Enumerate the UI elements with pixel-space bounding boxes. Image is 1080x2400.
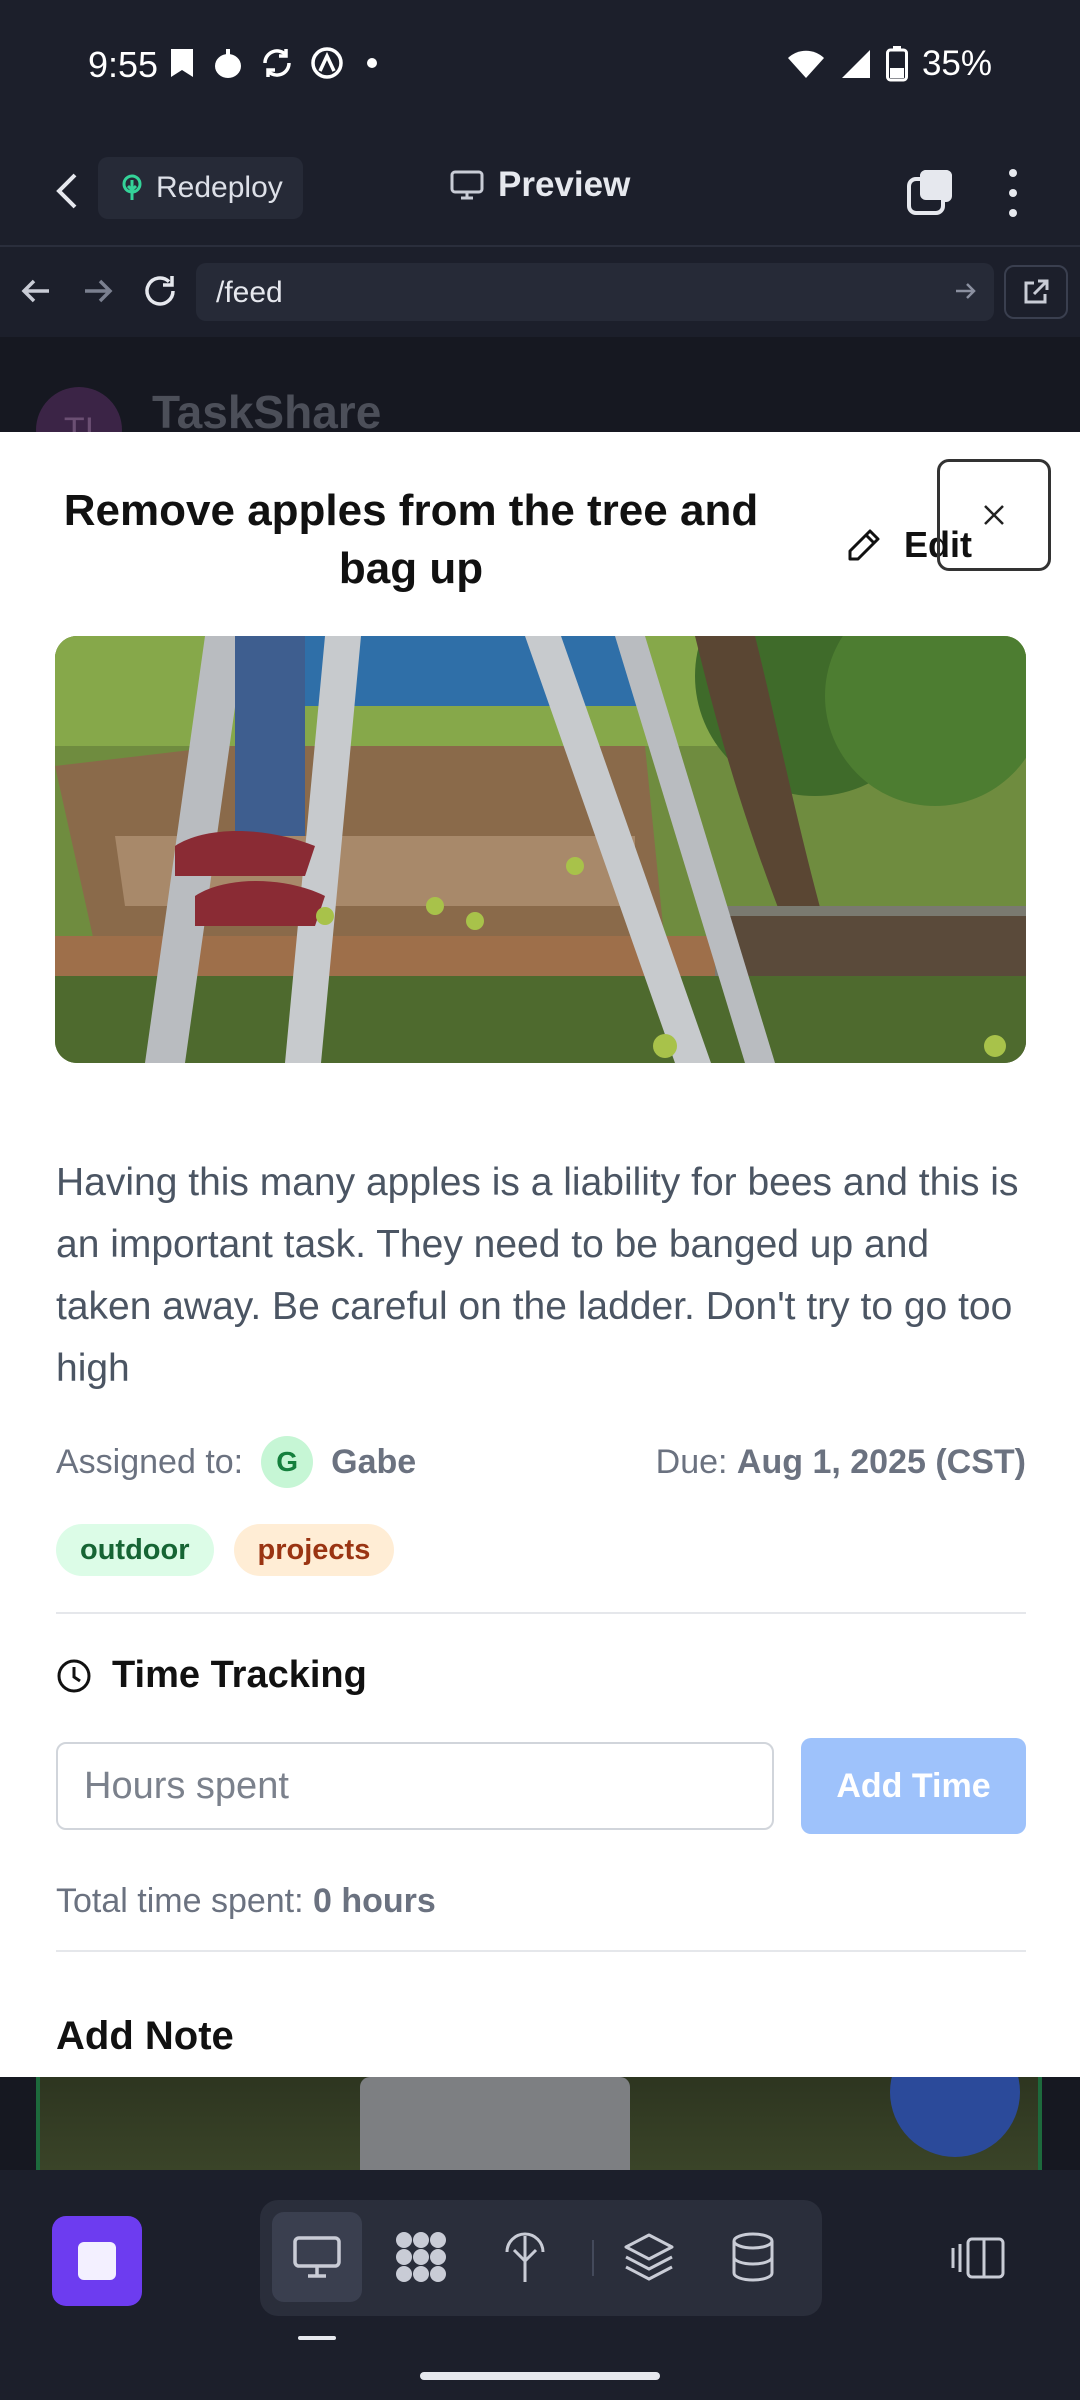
tabs-icon	[907, 170, 952, 215]
fruit-notification-icon	[215, 49, 241, 78]
apps-grid-icon	[396, 2232, 446, 2282]
task-title: Remove apples from the tree and bag up	[63, 486, 759, 593]
separator	[592, 2240, 594, 2276]
notification-icons	[168, 46, 384, 80]
dot	[1009, 169, 1017, 177]
assigned-label: Assigned to:	[56, 1442, 244, 1481]
monitor-icon	[293, 2236, 341, 2278]
due-label: Due:	[655, 1442, 728, 1481]
tag-outdoor: outdoor	[56, 1524, 214, 1576]
deploy-tool-button[interactable]	[480, 2212, 570, 2302]
hours-spent-input[interactable]	[56, 1742, 774, 1830]
assignment-row: Assigned to: G Gabe Due: Aug 1, 2025 (CS…	[56, 1432, 1026, 1492]
layers-tool-button[interactable]	[604, 2212, 694, 2302]
task-detail-modal: Remove apples from the tree and bag up E…	[0, 432, 1080, 2077]
home-indicator[interactable]	[420, 2372, 660, 2380]
preview-label: Preview	[498, 165, 631, 204]
due-value: Aug 1, 2025 (CST)	[736, 1442, 1026, 1481]
url-text: /feed	[216, 276, 283, 309]
stop-icon	[78, 2242, 116, 2280]
browser-forward-button[interactable]	[76, 269, 120, 313]
time-tracking-heading: Time Tracking	[56, 1654, 367, 1697]
apple-tree-photo	[55, 636, 1026, 1063]
reload-button[interactable]	[138, 269, 182, 313]
tabs-button[interactable]	[906, 167, 956, 217]
battery-percent: 35%	[921, 44, 992, 83]
view-switcher	[260, 2200, 822, 2316]
arrow-left-icon	[21, 279, 49, 303]
total-time-value: 0 hours	[313, 1882, 436, 1920]
external-link-icon	[1024, 279, 1049, 304]
back-button[interactable]	[42, 163, 92, 219]
panel-icon	[951, 2237, 1005, 2279]
time-tracking-title: Time Tracking	[112, 1654, 367, 1696]
add-note-heading: Add Note	[56, 2014, 234, 2058]
close-icon	[984, 505, 1004, 525]
battery-icon	[885, 46, 908, 82]
tag-projects: projects	[233, 1524, 395, 1576]
panel-toggle-button[interactable]	[950, 2236, 1006, 2285]
database-tool-button[interactable]	[708, 2212, 798, 2302]
tree-icon	[122, 174, 142, 200]
task-description: Having this many apples is a liability f…	[56, 1161, 1019, 1390]
app-header: Redeploy Preview	[0, 135, 1080, 247]
task-photo	[55, 636, 1026, 1063]
dot	[1009, 189, 1017, 197]
redeploy-button[interactable]: Redeploy	[98, 157, 303, 219]
grid-tool-button[interactable]	[376, 2212, 466, 2302]
feed-card	[360, 2077, 630, 2170]
due-date: Due: Aug 1, 2025 (CST)	[656, 1443, 1026, 1482]
assistant-icon	[311, 47, 343, 79]
tag-list: outdoor projects	[56, 1524, 395, 1576]
monitor-icon	[450, 170, 484, 200]
close-button[interactable]	[937, 459, 1051, 571]
total-time: Total time spent: 0 hours	[56, 1882, 436, 1921]
layers-icon	[624, 2233, 674, 2281]
chevron-left-icon	[56, 173, 77, 209]
clock-icon	[57, 1659, 91, 1692]
stop-button[interactable]	[52, 2216, 142, 2306]
total-time-label: Total time spent:	[56, 1882, 304, 1920]
bookmark-notification-icon	[171, 49, 193, 77]
url-bar[interactable]: /feed	[196, 263, 994, 321]
go-arrow-icon[interactable]	[954, 279, 978, 303]
assignee-name: Gabe	[331, 1442, 417, 1481]
open-external-button[interactable]	[1004, 265, 1068, 319]
pencil-icon	[848, 529, 880, 561]
divider	[56, 1612, 1026, 1614]
system-icons: 35%	[786, 44, 992, 84]
active-tab-indicator	[298, 2336, 336, 2340]
avatar: G	[261, 1436, 314, 1488]
more-options-button[interactable]	[998, 163, 1028, 223]
divider	[56, 1950, 1026, 1952]
browser-back-button[interactable]	[14, 269, 58, 313]
dot-icon	[367, 58, 377, 68]
browser-toolbar: /feed	[0, 249, 1080, 337]
reload-icon	[145, 276, 175, 306]
arrow-right-icon	[85, 279, 113, 303]
wifi-icon	[787, 50, 824, 78]
signal-icon	[841, 50, 870, 78]
add-time-button[interactable]: Add Time	[801, 1738, 1026, 1834]
redeploy-label: Redeploy	[156, 171, 283, 204]
bottom-toolbar	[0, 2170, 1080, 2400]
status-time: 9:55	[88, 44, 159, 85]
preview-tool-button[interactable]	[272, 2212, 362, 2302]
app-name: TaskShare	[152, 386, 382, 438]
tree-deploy-icon	[505, 2232, 545, 2282]
status-bar: 9:55 35%	[0, 0, 1080, 135]
database-icon	[732, 2232, 774, 2282]
sync-icon	[263, 49, 291, 77]
preview-title[interactable]: Preview	[450, 165, 630, 205]
dot	[1009, 209, 1017, 217]
